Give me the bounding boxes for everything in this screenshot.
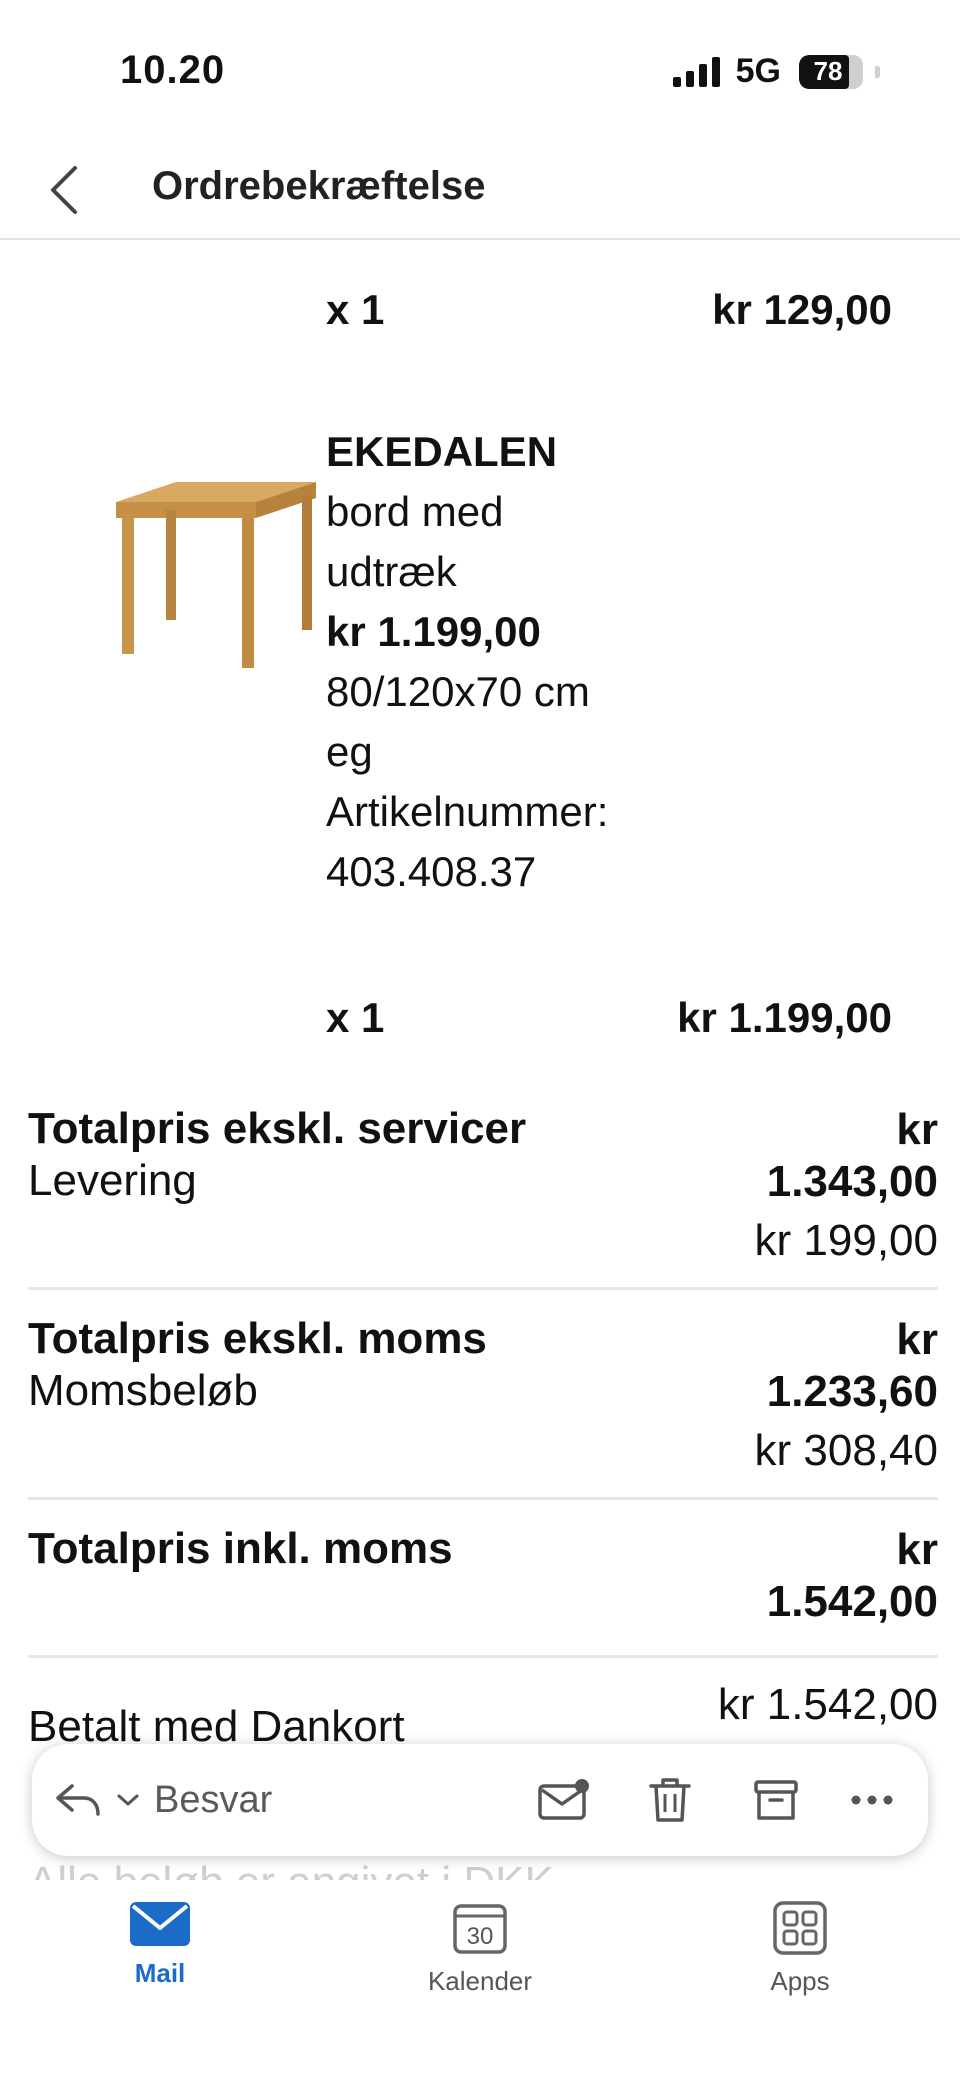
summary-label: Totalpris ekskl. moms xyxy=(28,1314,487,1363)
calendar-icon: 30 xyxy=(453,1904,507,1954)
back-button[interactable] xyxy=(34,158,94,222)
delete-button[interactable] xyxy=(630,1744,710,1856)
paid-value: kr 1.542,00 xyxy=(717,1680,938,1729)
product-price: kr 1.199,00 xyxy=(326,608,541,655)
tab-label: Mail xyxy=(134,1958,186,1988)
mail-icon xyxy=(130,1902,190,1946)
archive-icon xyxy=(754,1780,798,1820)
summary-incl-vat: Totalpris inkl. moms kr 1.542,00 xyxy=(28,1500,938,1658)
more-horizontal-icon xyxy=(851,1795,893,1805)
reply-icon xyxy=(56,1784,100,1816)
item-quantity: x 1 xyxy=(326,994,385,1041)
summary-value: 1.343,00 xyxy=(766,1157,938,1206)
tab-label: Apps xyxy=(770,1966,830,1996)
reply-button[interactable]: Besvar xyxy=(54,1744,354,1856)
summary-currency: kr xyxy=(896,1105,938,1154)
summary-sub-label: Momsbeløb xyxy=(28,1366,258,1415)
battery-icon: 78 xyxy=(799,54,863,89)
tab-calendar[interactable]: 30 Kalender xyxy=(380,1900,580,1997)
product-image[interactable] xyxy=(106,472,324,672)
mark-unread-button[interactable] xyxy=(524,1744,604,1856)
mail-unread-icon xyxy=(538,1779,589,1820)
summary-excl-services: Totalpris ekskl. servicer Levering kr 1.… xyxy=(28,1104,938,1290)
summary-value: 1.233,60 xyxy=(766,1367,938,1416)
tab-mail[interactable]: Mail xyxy=(60,1900,260,1989)
archive-button[interactable] xyxy=(736,1744,816,1856)
signal-icon xyxy=(672,56,720,87)
summary-label: Totalpris inkl. moms xyxy=(28,1524,453,1573)
item-row: x 1 kr 129,00 xyxy=(0,286,960,346)
item-row: x 1 kr 1.199,00 xyxy=(0,994,960,1054)
header: Ordrebekræftelse xyxy=(0,140,960,240)
product-desc-1: bord med xyxy=(326,488,504,535)
summary-value: 1.542,00 xyxy=(766,1577,938,1626)
summary-excl-vat: Totalpris ekskl. moms Momsbeløb kr 1.233… xyxy=(28,1290,938,1500)
product-material: eg xyxy=(326,728,373,775)
summary-sub-value: kr 308,40 xyxy=(754,1426,938,1475)
trash-icon xyxy=(649,1778,691,1822)
page-title: Ordrebekræftelse xyxy=(152,164,486,208)
product-item: EKEDALEN bord med udtræk kr 1.199,00 80/… xyxy=(0,422,960,902)
status-time: 10.20 xyxy=(120,48,226,92)
apps-grid-icon xyxy=(773,1901,827,1955)
product-size: 80/120x70 cm xyxy=(326,668,590,715)
chevron-down-icon[interactable] xyxy=(116,1792,140,1808)
product-article-number: 403.408.37 xyxy=(326,848,537,895)
tab-bar: Mail 30 Kalender Apps xyxy=(0,1880,960,2081)
summary-currency: kr xyxy=(896,1315,938,1364)
calendar-day: 30 xyxy=(467,1923,494,1950)
tab-label: Kalender xyxy=(427,1966,533,1996)
message-action-bar: Besvar xyxy=(32,1744,928,1856)
status-bar: 10.20 5G 78 xyxy=(0,0,960,140)
product-info: EKEDALEN bord med udtræk kr 1.199,00 80/… xyxy=(326,422,746,902)
battery-nub xyxy=(875,65,880,78)
order-summary: Totalpris ekskl. servicer Levering kr 1.… xyxy=(28,1104,938,1778)
summary-label: Totalpris ekskl. servicer xyxy=(28,1104,527,1153)
table-illustration xyxy=(116,482,316,668)
tab-apps[interactable]: Apps xyxy=(700,1900,900,1997)
more-button[interactable] xyxy=(832,1744,912,1856)
product-name[interactable]: EKEDALEN xyxy=(326,422,746,482)
battery-level: 78 xyxy=(813,56,843,86)
item-line-total: kr 1.199,00 xyxy=(677,994,892,1041)
summary-currency: kr xyxy=(896,1525,938,1574)
reply-label: Besvar xyxy=(154,1778,273,1821)
item-quantity: x 1 xyxy=(326,286,385,333)
summary-sub-value: kr 199,00 xyxy=(754,1216,938,1265)
status-indicators: 5G 78 xyxy=(672,52,880,91)
chevron-left-icon xyxy=(51,166,77,214)
network-type: 5G xyxy=(735,52,781,90)
item-line-total: kr 129,00 xyxy=(712,286,892,333)
summary-sub-label: Levering xyxy=(28,1156,197,1205)
product-article-label: Artikelnummer: xyxy=(326,788,609,835)
product-desc-2: udtræk xyxy=(326,548,457,595)
